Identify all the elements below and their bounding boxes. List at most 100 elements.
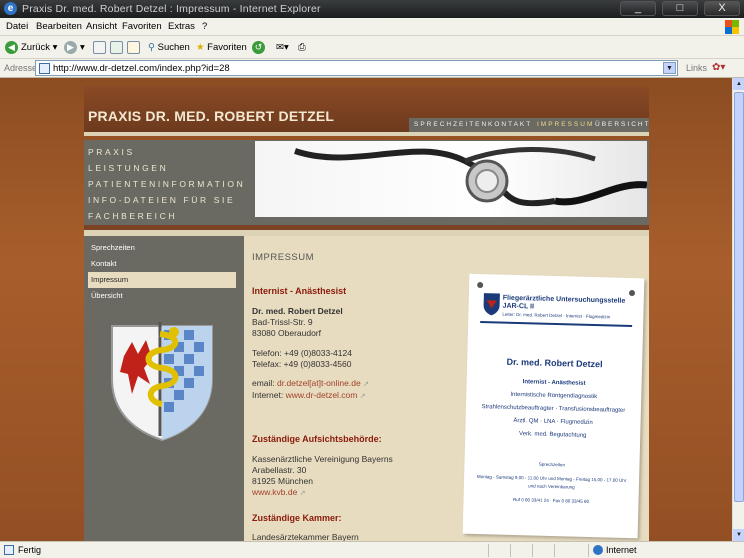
- sign-phone: Ruf 0 80 33/41 24 · Fax 0 80 33/45 60: [512, 496, 590, 504]
- chamber-heading: Zuständige Kammer:: [252, 513, 342, 523]
- emblem-icon: [483, 293, 500, 316]
- status-divider: [554, 544, 555, 557]
- toolbar: ◀ Zurück ▾ ▶ ▾ ⚲ Suchen ★ Favoriten ↺ ✉▾ ⎙: [0, 36, 744, 59]
- mainnav-fachbereich[interactable]: FACHBEREICH: [88, 208, 245, 224]
- kvb-link[interactable]: www.kvb.de: [252, 487, 297, 497]
- subnav-impressum[interactable]: Impressum: [88, 272, 236, 288]
- mail-icon: ✉: [276, 42, 284, 53]
- home-icon[interactable]: [127, 41, 140, 54]
- topnav-kontakt[interactable]: KONTAKT: [488, 121, 532, 128]
- back-label: Zurück: [21, 42, 51, 53]
- back-button[interactable]: ◀ Zurück ▾: [5, 39, 57, 56]
- page-icon: [39, 63, 50, 74]
- sign-title: Fliegerärztliche Untersuchungsstelle JAR…: [502, 294, 626, 311]
- sign-line: Internistische Röntgendiagnostik: [510, 391, 598, 401]
- email-link[interactable]: dr.detzel[at]t-online.de: [277, 378, 361, 388]
- address-bar: Adresse http://www.dr-detzel.com/index.p…: [0, 59, 744, 78]
- contact-links: email: dr.detzel[at]t-online.de ↗ Intern…: [252, 378, 369, 402]
- website-link[interactable]: www.dr-detzel.com: [286, 390, 358, 400]
- search-button[interactable]: ⚲ Suchen: [148, 39, 190, 56]
- menu-datei[interactable]: Datei: [6, 21, 28, 32]
- doctor-street: Bad-Trissl-Str. 9: [252, 317, 313, 327]
- sub-navigation: Sprechzeiten Kontakt Impressum Übersicht: [88, 240, 236, 304]
- menu-ansicht[interactable]: Ansicht: [86, 21, 117, 32]
- sign-name: Dr. med. Robert Detzel: [506, 356, 603, 370]
- sign-line: Internist - Anästhesist: [522, 379, 586, 387]
- external-link-icon: ↗: [299, 490, 306, 497]
- pin-icon: [628, 289, 636, 297]
- menu-extras[interactable]: Extras: [168, 21, 195, 32]
- menu-favoriten[interactable]: Favoriten: [122, 21, 162, 32]
- maximize-button[interactable]: □: [662, 1, 698, 16]
- site-header: PRAXIS DR. MED. ROBERT DETZEL SPRECHZEIT…: [84, 86, 649, 136]
- scroll-thumb[interactable]: [734, 92, 744, 502]
- phone: Telefon: +49 (0)8033-4124: [252, 348, 352, 358]
- back-arrow-icon: ◀: [5, 40, 18, 54]
- topnav-uebersicht[interactable]: ÜBERSICHT: [595, 121, 651, 128]
- address-dropdown[interactable]: ▼: [663, 62, 676, 74]
- topnav-sprechzeiten[interactable]: SPRECHZEITEN: [414, 121, 488, 128]
- main-navigation: PRAXIS LEISTUNGEN PATIENTENINFORMATION I…: [88, 144, 245, 224]
- favorites-label: Favoriten: [207, 42, 247, 53]
- subnav-sprechzeiten[interactable]: Sprechzeiten: [88, 240, 236, 256]
- authority-city: 81925 München: [252, 476, 313, 486]
- menu-bearbeiten[interactable]: Bearbeiten: [36, 21, 82, 32]
- subnav-uebersicht[interactable]: Übersicht: [88, 288, 236, 304]
- authority-heading: Zuständige Aufsichtsbehörde:: [252, 434, 382, 444]
- vertical-scrollbar[interactable]: ▲ ▼: [732, 78, 744, 541]
- globe-icon: [593, 545, 603, 555]
- topnav-impressum[interactable]: IMPRESSUM: [537, 121, 594, 128]
- history-button[interactable]: ↺: [252, 39, 268, 56]
- favorites-button[interactable]: ★ Favoriten: [196, 39, 247, 56]
- close-button[interactable]: X: [704, 1, 740, 16]
- external-link-icon: ↗: [363, 381, 369, 388]
- status-bar: Fertig Internet: [0, 541, 744, 558]
- sign-hours-extra: und nach Vereinbarung: [528, 483, 575, 490]
- menu-help[interactable]: ?: [202, 21, 207, 32]
- history-icon: ↺: [252, 40, 265, 54]
- main-nav-strip: PRAXIS LEISTUNGEN PATIENTENINFORMATION I…: [84, 140, 649, 230]
- page-status-icon: [4, 545, 14, 555]
- refresh-icon[interactable]: [110, 41, 123, 54]
- status-divider: [488, 544, 489, 557]
- title-bar: e Praxis Dr. med. Robert Detzel : Impres…: [0, 0, 744, 18]
- site-brand[interactable]: PRAXIS DR. MED. ROBERT DETZEL: [88, 108, 334, 124]
- print-icon: ⎙: [298, 42, 306, 53]
- left-column: Sprechzeiten Kontakt Impressum Übersicht: [84, 236, 244, 541]
- forward-button[interactable]: ▶ ▾: [64, 39, 85, 56]
- sign-line: Verk. med. Begutachtung: [518, 431, 587, 439]
- forward-arrow-icon: ▶: [64, 40, 77, 54]
- practice-sign-image: Fliegerärztliche Untersuchungsstelle JAR…: [462, 273, 645, 539]
- status-divider: [510, 544, 511, 557]
- mainnav-patienteninformation[interactable]: PATIENTENINFORMATION: [88, 176, 245, 192]
- minimize-button[interactable]: _: [620, 1, 656, 16]
- ie-icon: e: [4, 2, 17, 15]
- external-link-icon: ↗: [359, 393, 366, 400]
- chamber-name: Landesärztekammer Bayern: [252, 532, 359, 541]
- sign-rule: [480, 321, 633, 328]
- zone-text: Internet: [606, 545, 637, 555]
- stethoscope-image: [247, 141, 647, 217]
- phone-block: Telefon: +49 (0)8033-4124 Telefax: +49 (…: [252, 348, 352, 370]
- mainnav-praxis[interactable]: PRAXIS: [88, 144, 245, 160]
- content-area: IMPRESSUM Internist - Anästhesist Dr. me…: [244, 236, 649, 541]
- stop-icon[interactable]: [93, 41, 106, 54]
- status-divider: [532, 544, 533, 557]
- links-toolbar[interactable]: Links: [686, 63, 707, 73]
- status-divider: [588, 544, 589, 557]
- pin-icon: [477, 281, 484, 289]
- doctor-city: 83080 Oberaudorf: [252, 328, 321, 338]
- mainnav-leistungen[interactable]: LEISTUNGEN: [88, 160, 245, 176]
- page-viewport: PRAXIS DR. MED. ROBERT DETZEL SPRECHZEIT…: [0, 78, 732, 541]
- scroll-up-icon[interactable]: ▲: [733, 78, 744, 90]
- sign-hours-title: Sprechzeiten: [538, 461, 566, 468]
- mainnav-info-dateien[interactable]: INFO-DATEIEN FÜR SIE: [88, 192, 245, 208]
- print-button[interactable]: ⎙: [298, 39, 306, 56]
- subnav-kontakt[interactable]: Kontakt: [88, 256, 236, 272]
- address-input[interactable]: http://www.dr-detzel.com/index.php?id=28…: [35, 60, 678, 76]
- mail-button[interactable]: ✉▾: [276, 39, 289, 56]
- scroll-down-icon[interactable]: ▼: [733, 529, 744, 541]
- email-label: email:: [252, 378, 278, 388]
- extension-icon[interactable]: ✿▾: [712, 62, 725, 73]
- address-label: Adresse: [4, 63, 38, 73]
